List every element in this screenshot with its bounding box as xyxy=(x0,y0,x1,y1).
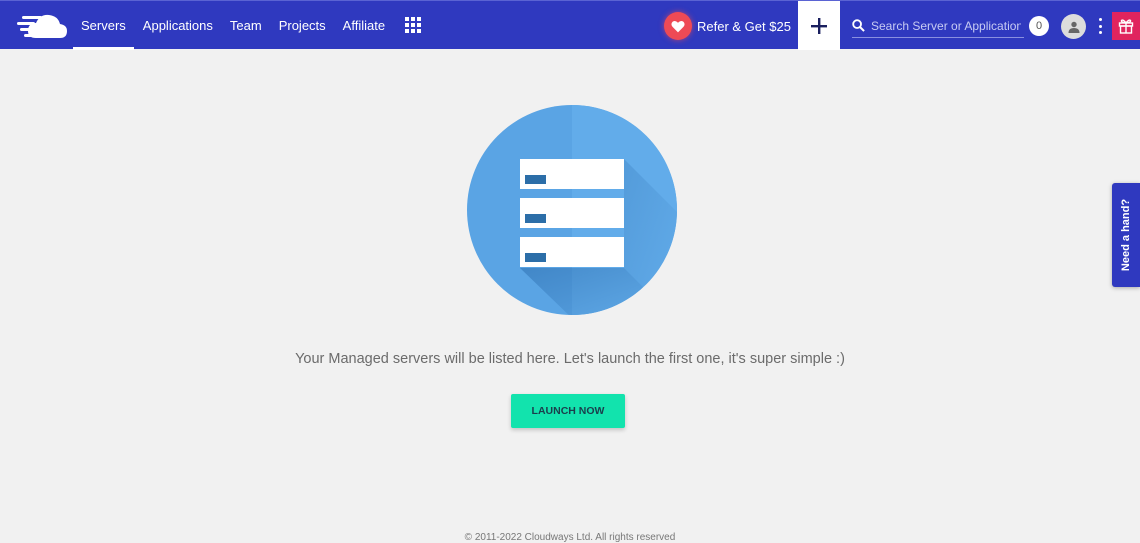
more-options-icon[interactable] xyxy=(1097,18,1103,34)
nav-affiliate[interactable]: Affiliate xyxy=(335,1,393,50)
search-icon xyxy=(852,19,865,32)
user-icon xyxy=(1068,21,1079,33)
cloudways-logo[interactable] xyxy=(14,11,68,41)
servers-illustration xyxy=(467,105,677,315)
nav-team[interactable]: Team xyxy=(222,1,270,50)
apps-grid-icon[interactable] xyxy=(405,17,421,33)
top-navigation-bar: Servers Applications Team Projects Affil… xyxy=(0,0,1140,50)
heart-icon xyxy=(664,12,692,40)
footer-copyright: © 2011-2022 Cloudways Ltd. All rights re… xyxy=(464,532,676,543)
gift-button[interactable] xyxy=(1112,12,1140,40)
launch-now-button[interactable]: LAUNCH NOW xyxy=(511,394,625,428)
refer-button[interactable]: Refer & Get $25 xyxy=(664,11,791,41)
search-box xyxy=(852,14,1024,38)
add-button[interactable] xyxy=(798,1,840,50)
nav-applications[interactable]: Applications xyxy=(135,1,221,50)
empty-state-message: Your Managed servers will be listed here… xyxy=(295,351,845,367)
server-rack-icon xyxy=(520,159,624,267)
nav-servers[interactable]: Servers xyxy=(73,1,134,50)
user-avatar[interactable] xyxy=(1061,14,1086,39)
refer-label: Refer & Get $25 xyxy=(697,18,791,34)
need-a-hand-tab[interactable]: Need a hand? xyxy=(1112,183,1140,287)
search-input[interactable] xyxy=(871,18,1021,33)
plus-icon xyxy=(811,17,827,34)
nav-projects[interactable]: Projects xyxy=(271,1,334,50)
notification-count-badge[interactable]: 0 xyxy=(1029,16,1049,36)
gift-icon xyxy=(1118,19,1134,34)
main-nav: Servers Applications Team Projects Affil… xyxy=(73,1,394,50)
help-tab-label: Need a hand? xyxy=(1120,198,1132,272)
